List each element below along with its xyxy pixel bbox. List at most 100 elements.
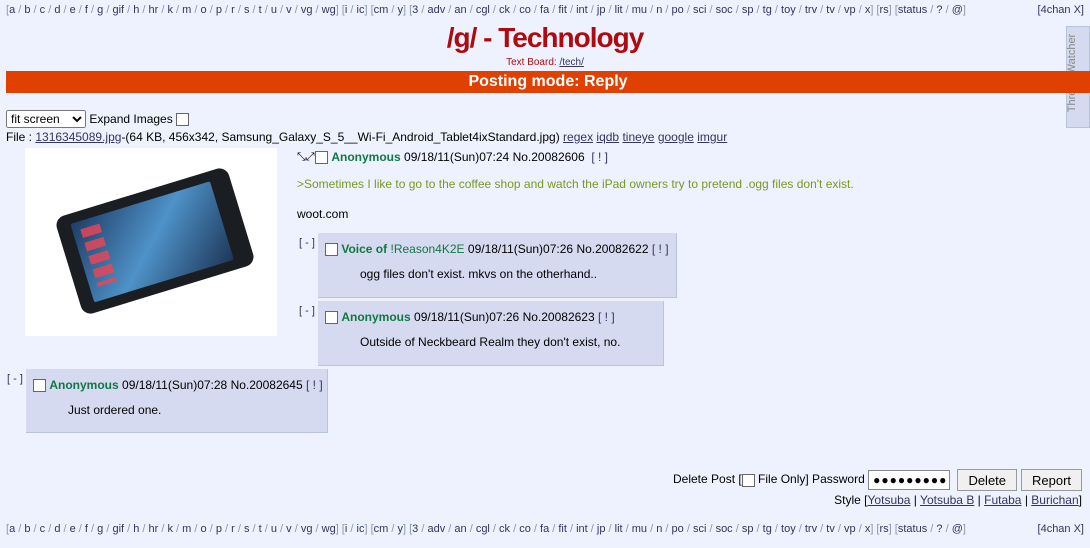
password-field[interactable]: ●●●●●●●●● [868, 470, 951, 490]
board-link-tg-bottom[interactable]: tg [763, 523, 772, 535]
expand-arrows-icon[interactable]: ⤡⤢ [297, 151, 315, 164]
board-link-toy-top[interactable]: toy [781, 4, 796, 16]
style-futaba[interactable]: Futaba [984, 493, 1021, 507]
op-image-thumbnail[interactable] [25, 148, 277, 336]
board-link-ck-top[interactable]: ck [499, 4, 510, 16]
board-link-tv-bottom[interactable]: tv [826, 523, 835, 535]
google-link[interactable]: google [658, 130, 694, 144]
board-link-co-bottom[interactable]: co [519, 523, 531, 535]
board-link-mu-top[interactable]: mu [632, 4, 647, 16]
reply-1-number[interactable]: No.20082622 [576, 242, 648, 256]
board-link-vp-top[interactable]: vp [844, 4, 856, 16]
reply-1-report[interactable]: [ ! ] [652, 242, 669, 256]
board-link-sci-bottom[interactable]: sci [693, 523, 706, 535]
board-link-status-bottom[interactable]: status [898, 523, 927, 535]
board-link-tv-top[interactable]: tv [826, 4, 835, 16]
board-link-lit-top[interactable]: lit [615, 4, 623, 16]
board-link-lit-bottom[interactable]: lit [615, 523, 623, 535]
board-link-gif-bottom[interactable]: gif [112, 523, 124, 535]
board-link-vp-bottom[interactable]: vp [844, 523, 856, 535]
board-link-tg-top[interactable]: tg [763, 4, 772, 16]
nav-separator: / [158, 4, 168, 16]
board-link-vg-bottom[interactable]: vg [301, 523, 313, 535]
board-link-fa-top[interactable]: fa [540, 4, 549, 16]
style-burichan[interactable]: Burichan [1031, 493, 1078, 507]
board-link-fit-top[interactable]: fit [558, 4, 567, 16]
reply-2-checkbox[interactable] [325, 311, 338, 325]
report-button[interactable]: Report [1021, 469, 1083, 491]
board-link-int-bottom[interactable]: int [576, 523, 588, 535]
board-link-fa-bottom[interactable]: fa [540, 523, 549, 535]
board-link-trv-bottom[interactable]: trv [805, 523, 817, 535]
reply-3-collapse[interactable]: [ - ] [7, 373, 23, 385]
board-link-cgl-top[interactable]: cgl [476, 4, 490, 16]
board-link-q-top[interactable]: @ [952, 4, 963, 16]
board-link-int-top[interactable]: int [576, 4, 588, 16]
board-link-sp-bottom[interactable]: sp [742, 523, 754, 535]
board-link-cgl-bottom[interactable]: cgl [476, 523, 490, 535]
reply-2-name: Anonymous [341, 310, 411, 324]
board-link-wg-bottom[interactable]: wg [322, 523, 336, 535]
regex-link[interactable]: regex [563, 130, 593, 144]
board-link-m-bottom[interactable]: m [182, 523, 191, 535]
board-link-po-top[interactable]: po [672, 4, 684, 16]
board-link-po-bottom[interactable]: po [672, 523, 684, 535]
board-link-an-bottom[interactable]: an [454, 523, 466, 535]
board-link-sci-top[interactable]: sci [693, 4, 706, 16]
board-link-cm-top[interactable]: cm [374, 4, 389, 16]
board-link-ck-bottom[interactable]: ck [499, 523, 510, 535]
board-link-soc-top[interactable]: soc [716, 4, 733, 16]
style-yotsuba-b[interactable]: Yotsuba B [920, 493, 974, 507]
nav-separator: / [191, 4, 201, 16]
imgur-link[interactable]: imgur [697, 130, 727, 144]
tineye-link[interactable]: tineye [622, 130, 654, 144]
text-board-link[interactable]: /tech/ [559, 57, 583, 68]
nav-separator: / [510, 523, 520, 535]
board-link-rs-top[interactable]: rs [880, 4, 889, 16]
reply-3-number[interactable]: No.20082645 [231, 378, 303, 392]
delete-button[interactable]: Delete [957, 469, 1018, 491]
iqdb-link[interactable]: iqdb [596, 130, 619, 144]
nav-separator: / [605, 4, 615, 16]
reply-1-collapse[interactable]: [ - ] [299, 237, 315, 249]
board-link-gif-top[interactable]: gif [112, 4, 124, 16]
board-link-co-top[interactable]: co [519, 4, 531, 16]
file-only-checkbox[interactable] [741, 473, 755, 487]
expand-images-checkbox[interactable] [176, 113, 190, 127]
reply-1-checkbox[interactable] [325, 243, 338, 257]
board-link-hr-top[interactable]: hr [149, 4, 159, 16]
op-report-link[interactable]: [ ! ] [591, 150, 608, 164]
board-link-trv-top[interactable]: trv [805, 4, 817, 16]
file-link[interactable]: 1316345089.jpg [35, 130, 121, 144]
reply-3-checkbox[interactable] [33, 379, 46, 393]
reply-2-report[interactable]: [ ! ] [598, 310, 615, 324]
board-link-m-top[interactable]: m [182, 4, 191, 16]
board-link-wg-top[interactable]: wg [322, 4, 336, 16]
reply-3-report[interactable]: [ ! ] [306, 378, 323, 392]
board-link-soc-bottom[interactable]: soc [716, 523, 733, 535]
board-link-rs-bottom[interactable]: rs [880, 523, 889, 535]
fourchan-x-menu-bottom[interactable]: [4chan X] [1037, 521, 1084, 537]
board-link-fit-bottom[interactable]: fit [558, 523, 567, 535]
board-link-an-top[interactable]: an [454, 4, 466, 16]
nav-separator: / [647, 523, 657, 535]
nav-separator: / [206, 523, 216, 535]
board-link-status-top[interactable]: status [898, 4, 927, 16]
op-post-number[interactable]: No.20082606 [513, 150, 585, 164]
fit-mode-select[interactable]: fit screen [6, 110, 86, 128]
board-link-adv-top[interactable]: adv [427, 4, 445, 16]
board-link-hr-bottom[interactable]: hr [149, 523, 159, 535]
board-link-toy-bottom[interactable]: toy [781, 523, 796, 535]
reply-2-number[interactable]: No.20082623 [523, 310, 595, 324]
board-link-sp-top[interactable]: sp [742, 4, 754, 16]
fourchan-x-menu-top[interactable]: [4chan X] [1037, 2, 1084, 18]
board-link-vg-top[interactable]: vg [301, 4, 313, 16]
board-link-mu-bottom[interactable]: mu [632, 523, 647, 535]
nav-separator: / [732, 523, 742, 535]
op-select-checkbox[interactable] [315, 151, 328, 165]
board-link-q-bottom[interactable]: @ [952, 523, 963, 535]
board-link-cm-bottom[interactable]: cm [374, 523, 389, 535]
reply-2-collapse[interactable]: [ - ] [299, 305, 315, 317]
board-link-adv-bottom[interactable]: adv [427, 523, 445, 535]
style-yotsuba[interactable]: Yotsuba [868, 493, 911, 507]
